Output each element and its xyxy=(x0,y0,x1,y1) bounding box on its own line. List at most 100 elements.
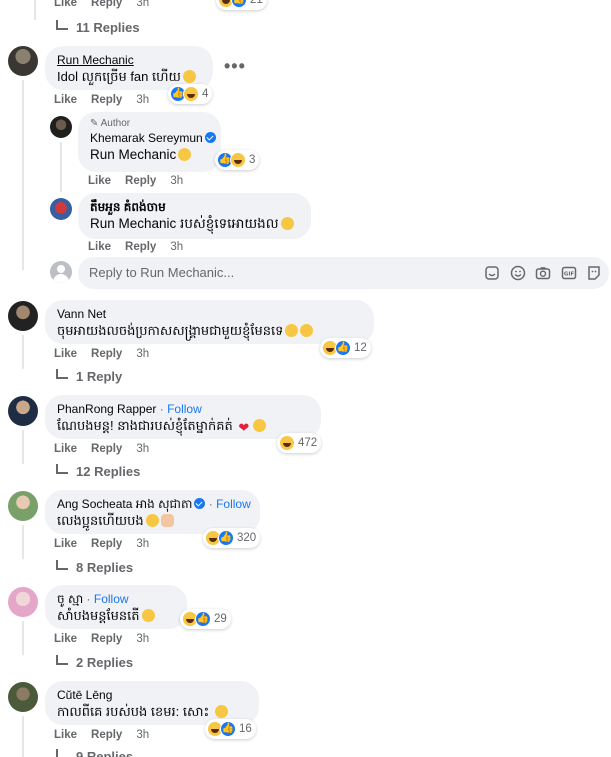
emoji-icon xyxy=(285,324,299,337)
comment-author[interactable]: PhanRong Rapper · Follow xyxy=(57,401,309,417)
timestamp[interactable]: 3h xyxy=(136,729,149,741)
emoji-icon[interactable] xyxy=(510,265,526,281)
timestamp[interactable]: 3h xyxy=(136,538,149,550)
timestamp[interactable]: 3h xyxy=(136,633,149,645)
view-replies-link[interactable]: 1 Reply xyxy=(56,369,122,384)
avatar[interactable] xyxy=(8,46,38,76)
like-reaction-icon: 👍 xyxy=(218,530,234,546)
emoji-icon xyxy=(145,514,159,527)
timestamp[interactable]: 3h xyxy=(136,348,149,360)
comment-bubble: ចូ ស្មា · Follow សាំបងមន្តមែនតើ xyxy=(45,585,187,629)
follow-button[interactable]: Follow xyxy=(94,592,129,606)
like-button[interactable]: Like xyxy=(54,538,77,550)
haha-emoji-icon xyxy=(214,705,228,718)
thread-line xyxy=(22,525,24,559)
reply-button[interactable]: Reply xyxy=(91,538,122,550)
reaction-summary[interactable]: 472 xyxy=(277,433,322,453)
current-user-avatar[interactable] xyxy=(50,261,72,283)
like-button[interactable]: Like xyxy=(88,175,111,187)
reply-button[interactable]: Reply xyxy=(91,633,122,645)
reaction-summary[interactable]: 👍 320 xyxy=(203,528,261,548)
thread-line xyxy=(60,142,62,192)
haha-emoji-icon xyxy=(280,217,294,230)
sticker-icon[interactable] xyxy=(484,265,500,281)
more-icon[interactable]: ••• xyxy=(224,56,246,77)
haha-reaction-icon xyxy=(279,435,295,451)
like-button[interactable]: Like xyxy=(54,443,77,455)
mention-link[interactable]: Run Mechanic xyxy=(90,147,176,162)
avatar[interactable] xyxy=(8,682,38,712)
reaction-summary[interactable]: 👍 3 xyxy=(215,150,260,170)
follow-button[interactable]: Follow xyxy=(216,497,251,511)
comment-actions: Like Reply 3h xyxy=(54,348,149,360)
reaction-summary[interactable]: 👍21 xyxy=(216,0,267,10)
timestamp[interactable]: 3h xyxy=(170,241,183,253)
timestamp[interactable]: 3h xyxy=(136,0,149,9)
comment-author[interactable]: Ang Socheata អាង សុជាតា · Follow xyxy=(57,496,251,512)
like-button[interactable]: Like xyxy=(54,0,77,9)
like-button[interactable]: Like xyxy=(54,94,77,106)
reply-arrow-icon xyxy=(56,655,68,665)
like-button[interactable]: Like xyxy=(54,348,77,360)
thread-line xyxy=(22,621,24,655)
thread-line xyxy=(22,430,24,464)
avatar[interactable] xyxy=(8,491,38,521)
comment-text: សាំបងមន្តមែនតើ xyxy=(57,607,175,625)
like-reaction-icon: 👍 xyxy=(231,0,247,8)
avatar[interactable] xyxy=(8,587,38,617)
pray-emoji-icon xyxy=(160,514,174,527)
comment-author[interactable]: តឹមអួន គំពង់ចាម xyxy=(90,199,299,215)
reply-button[interactable]: Reply xyxy=(125,175,156,187)
avatar[interactable] xyxy=(8,396,38,426)
author-badge: ✎ Author xyxy=(90,118,131,129)
comment-author[interactable]: ចូ ស្មា · Follow xyxy=(57,591,175,607)
reply-arrow-icon xyxy=(56,464,68,474)
comment-author[interactable]: Cŭtē Lēng xyxy=(57,687,247,703)
comment-text: Run Mechanic របស់ខ្ញុំទេអោយងល xyxy=(90,215,299,233)
like-reaction-icon: 👍 xyxy=(195,611,211,627)
avatar[interactable] xyxy=(8,301,38,331)
timestamp[interactable]: 3h xyxy=(170,175,183,187)
like-button[interactable]: Like xyxy=(54,729,77,741)
haha-reaction-icon xyxy=(230,152,246,168)
comment-bubble: Vann Net ចុមអាយងលចង់ប្រកាសសង្គ្រាមជាមួយខ… xyxy=(45,300,374,344)
comment-actions: Like Reply 3h xyxy=(88,241,183,253)
comment-author[interactable]: Vann Net xyxy=(57,306,362,322)
avatar[interactable] xyxy=(50,198,72,220)
reply-button[interactable]: Reply xyxy=(91,94,122,106)
haha-emoji-icon xyxy=(178,148,192,161)
timestamp[interactable]: 3h xyxy=(136,94,149,106)
svg-text:GIF: GIF xyxy=(564,272,575,278)
reaction-summary[interactable]: 👍 16 xyxy=(205,719,256,739)
gif-icon[interactable]: GIF xyxy=(561,265,577,281)
reply-button[interactable]: Reply xyxy=(91,443,122,455)
reaction-summary[interactable]: 👍 4 xyxy=(168,84,213,104)
reaction-summary[interactable]: 👍 29 xyxy=(180,609,231,629)
follow-button[interactable]: Follow xyxy=(167,402,202,416)
comment-actions: Like Reply 3h xyxy=(54,729,149,741)
comment-author[interactable]: Run Mechanic xyxy=(57,52,201,68)
reply-arrow-icon xyxy=(56,560,68,570)
reply-button[interactable]: Reply xyxy=(125,241,156,253)
timestamp[interactable]: 3h xyxy=(136,443,149,455)
view-replies-link[interactable]: 8 Replies xyxy=(56,560,133,575)
comment-actions: Like Reply 3h xyxy=(54,633,149,645)
comment-actions: Like Reply 3h xyxy=(54,0,149,9)
reaction-summary[interactable]: 👍 12 xyxy=(320,338,371,358)
like-button[interactable]: Like xyxy=(54,633,77,645)
avatar[interactable] xyxy=(50,116,72,138)
verified-badge-icon xyxy=(194,498,206,509)
like-button[interactable]: Like xyxy=(88,241,111,253)
reply-button[interactable]: Reply xyxy=(91,348,122,360)
avatar-sticker-icon[interactable] xyxy=(586,265,602,281)
view-replies-link[interactable]: 12 Replies xyxy=(56,464,140,479)
camera-icon[interactable] xyxy=(535,265,551,281)
view-replies-link[interactable]: 11 Replies xyxy=(56,20,140,35)
reply-button[interactable]: Reply xyxy=(91,729,122,741)
comment-actions: Like Reply 3h xyxy=(88,175,183,187)
view-replies-link[interactable]: 2 Replies xyxy=(56,655,133,670)
view-replies-link[interactable]: 9 Replies xyxy=(56,749,133,757)
comment-author[interactable]: Khemarak Sereymun xyxy=(90,130,216,146)
reply-input[interactable]: Reply to Run Mechanic... GIF xyxy=(78,257,609,289)
reply-button[interactable]: Reply xyxy=(91,0,122,9)
